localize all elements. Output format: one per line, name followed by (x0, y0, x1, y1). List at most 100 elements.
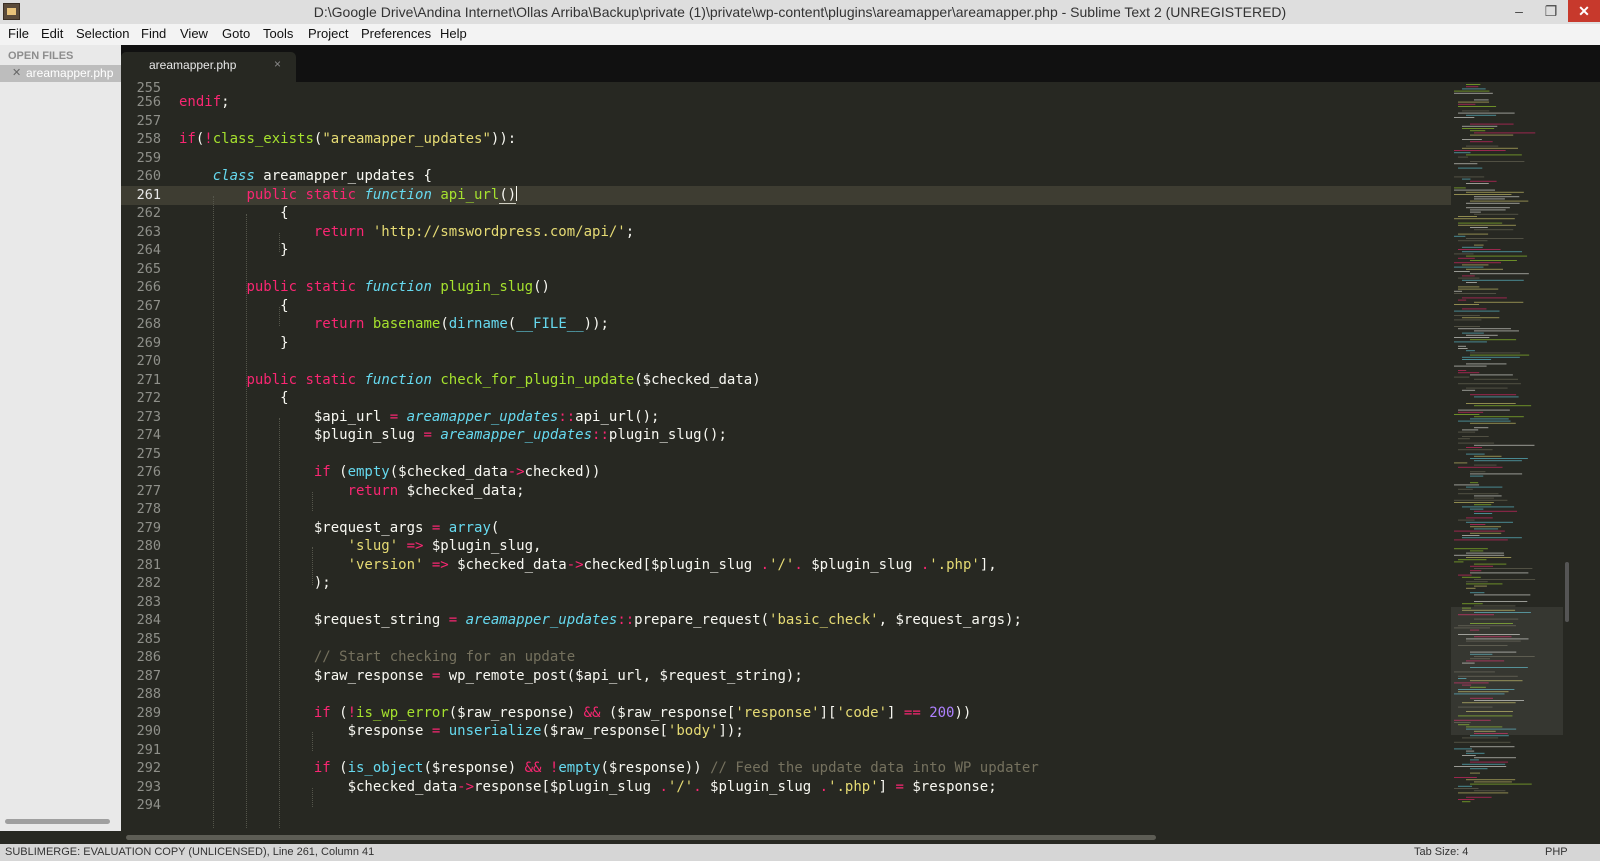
minimap-line (1474, 132, 1536, 134)
minimap-line (1454, 262, 1501, 264)
code-line[interactable]: ); (179, 574, 331, 593)
menu-goto[interactable]: Goto (222, 26, 250, 41)
menu-project[interactable]: Project (308, 26, 348, 41)
minimap-line (1458, 431, 1476, 433)
code-line[interactable]: } (179, 334, 288, 353)
minimap-line (1462, 246, 1483, 248)
minimize-button[interactable]: – (1504, 0, 1534, 22)
code-line[interactable]: $response = unserialize($raw_response['b… (179, 722, 744, 741)
minimap-viewport[interactable] (1451, 607, 1563, 735)
minimap-line (1458, 466, 1503, 468)
minimap-line (1454, 530, 1505, 532)
tab-close-icon[interactable]: × (274, 57, 281, 71)
code-line[interactable]: return basename(dirname(__FILE__)); (179, 315, 609, 334)
minimap-line (1470, 352, 1521, 354)
line-number: 284 (136, 612, 161, 628)
minimap-line (1474, 504, 1492, 506)
menu-bar: File Edit Selection Find View Goto Tools… (0, 24, 1600, 45)
minimap-line (1458, 345, 1467, 347)
code-line[interactable]: $api_url = areamapper_updates::api_url()… (179, 408, 660, 427)
line-number: 269 (136, 334, 161, 351)
menu-find[interactable]: Find (141, 26, 166, 41)
code-line[interactable]: return $checked_data; (179, 482, 525, 501)
close-file-icon[interactable]: ✕ (12, 66, 21, 79)
minimap-line (1470, 570, 1482, 572)
close-window-button[interactable]: ✕ (1568, 0, 1600, 22)
line-number: 285 (136, 630, 161, 647)
minimap-line (1470, 394, 1517, 396)
minimap-line (1470, 209, 1506, 211)
line-number: 272 (136, 390, 161, 406)
code-line[interactable]: public static function plugin_slug() (179, 278, 549, 297)
minimap-line (1458, 799, 1475, 800)
horizontal-scroll-thumb[interactable] (126, 835, 1156, 840)
menu-view[interactable]: View (180, 26, 208, 41)
code-line[interactable]: $checked_data->response[$plugin_slug .'/… (179, 778, 997, 797)
code-line[interactable]: if (is_object($response) && !empty($resp… (179, 759, 1039, 778)
menu-selection[interactable]: Selection (76, 26, 129, 41)
menu-edit[interactable]: Edit (41, 26, 63, 41)
line-number: 259 (136, 149, 161, 166)
minimap-line (1462, 801, 1471, 803)
syntax-indicator[interactable]: PHP (1545, 846, 1568, 858)
code-line[interactable]: { (179, 204, 288, 223)
code-line[interactable]: // Start checking for an update (179, 648, 575, 667)
sidebar-horizontal-scrollbar[interactable] (5, 819, 110, 824)
sidebar-file-item[interactable]: ✕ areamapper.php (0, 65, 121, 82)
maximize-button[interactable]: ❐ (1536, 0, 1566, 22)
minimap-line (1470, 141, 1493, 143)
minimap-line (1454, 315, 1480, 316)
minimap-line (1454, 304, 1480, 305)
code-area[interactable]: endif; if(!class_exists("areamapper_updat… (179, 82, 1439, 831)
code-line[interactable]: 'version' => $checked_data->checked[$plu… (179, 556, 997, 575)
code-line[interactable]: if (empty($checked_data->checked)) (179, 463, 601, 482)
minimap-line (1474, 495, 1502, 497)
minimap-line (1454, 253, 1474, 255)
code-line[interactable]: if (!is_wp_error($raw_response) && ($raw… (179, 704, 972, 723)
minimap-line (1470, 473, 1523, 475)
code-line[interactable]: $plugin_slug = areamapper_updates::plugi… (179, 426, 727, 445)
horizontal-scrollbar[interactable] (121, 831, 1600, 844)
minimap-line (1474, 528, 1499, 530)
minimap-line (1454, 90, 1490, 92)
code-line[interactable]: class areamapper_updates { (179, 167, 432, 186)
vertical-scrollbar[interactable] (1563, 82, 1572, 831)
tab-size-indicator[interactable]: Tab Size: 4 (1414, 846, 1468, 858)
code-line[interactable]: $request_string = areamapper_updates::pr… (179, 611, 1022, 630)
code-line[interactable]: } (179, 241, 288, 260)
minimap-line (1462, 535, 1480, 536)
tab-areamapper-php[interactable]: areamapper.php × (121, 52, 296, 82)
line-number: 289 (136, 704, 161, 721)
open-files-heading: OPEN FILES (8, 50, 74, 62)
line-number: 268 (136, 316, 161, 332)
code-line[interactable]: { (179, 389, 288, 408)
minimap-line (1474, 213, 1519, 215)
code-editor[interactable]: 255 256 257 258 259 260 261 262 263 264 265 266 267 2… (121, 82, 1451, 831)
minimap-line (1454, 341, 1487, 343)
vertical-scroll-thumb[interactable] (1565, 562, 1569, 622)
minimap-line (1470, 180, 1497, 182)
menu-file[interactable]: File (8, 26, 29, 41)
minimap-line (1474, 99, 1489, 101)
code-line[interactable]: endif; (179, 93, 230, 112)
minimap-line (1474, 396, 1519, 398)
menu-preferences[interactable]: Preferences (361, 26, 431, 41)
code-line[interactable]: return 'http://smswordpress.com/api/'; (179, 223, 634, 242)
minimap-line (1470, 422, 1516, 424)
code-line[interactable]: public static function api_url() (179, 185, 518, 205)
code-line[interactable]: $raw_response = wp_remote_post($api_url,… (179, 667, 803, 686)
code-line[interactable]: { (179, 297, 288, 316)
minimap-line (1470, 759, 1479, 761)
minimap-line (1474, 198, 1505, 200)
menu-help[interactable]: Help (440, 26, 467, 41)
minimap-line (1470, 227, 1488, 228)
code-line[interactable]: $request_args = array( (179, 519, 499, 538)
code-line[interactable]: 'slug' => $plugin_slug, (179, 537, 542, 556)
minimap[interactable] (1451, 82, 1563, 831)
minimap-line (1462, 308, 1487, 310)
minimap-line (1470, 482, 1479, 484)
code-line[interactable]: public static function check_for_plugin_… (179, 371, 760, 390)
minimap-line (1462, 275, 1475, 277)
menu-tools[interactable]: Tools (263, 26, 293, 41)
code-line[interactable]: if(!class_exists("areamapper_updates")): (179, 130, 516, 149)
